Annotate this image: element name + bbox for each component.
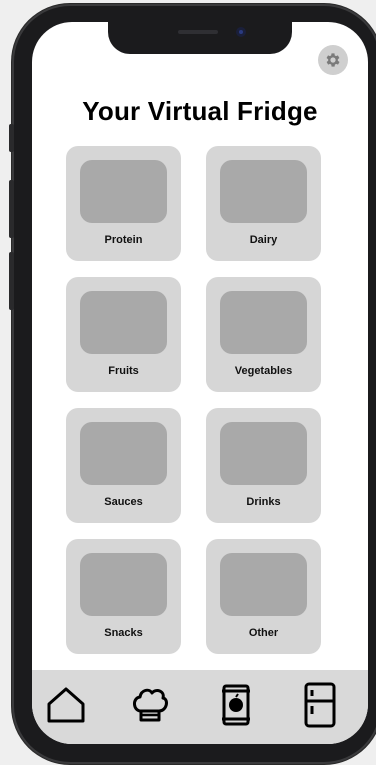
bottom-tab-bar bbox=[32, 670, 368, 744]
tab-pantry[interactable] bbox=[214, 682, 258, 728]
category-tile-other[interactable]: Other bbox=[206, 539, 321, 654]
category-tile-fruits[interactable]: Fruits bbox=[66, 277, 181, 392]
app-screen: Your Virtual Fridge Protein Dairy Fruits… bbox=[32, 22, 368, 744]
category-label: Protein bbox=[104, 234, 143, 246]
category-label: Fruits bbox=[108, 365, 139, 377]
volume-down-button bbox=[9, 252, 14, 310]
category-image bbox=[220, 553, 307, 616]
category-image bbox=[80, 422, 167, 485]
category-label: Vegetables bbox=[234, 365, 293, 377]
fridge-icon bbox=[304, 682, 336, 728]
category-tile-dairy[interactable]: Dairy bbox=[206, 146, 321, 261]
category-tile-sauces[interactable]: Sauces bbox=[66, 408, 181, 523]
gear-icon bbox=[326, 53, 340, 67]
category-label: Drinks bbox=[246, 496, 281, 508]
category-image bbox=[220, 160, 307, 223]
category-label: Sauces bbox=[104, 496, 143, 508]
tab-recipes[interactable] bbox=[128, 682, 172, 728]
tab-home[interactable] bbox=[44, 682, 88, 728]
settings-button[interactable] bbox=[318, 45, 348, 75]
page: Your Virtual Fridge Protein Dairy Fruits… bbox=[0, 0, 376, 765]
speaker bbox=[178, 30, 218, 34]
home-icon bbox=[47, 687, 85, 723]
notch bbox=[108, 22, 292, 54]
category-tile-drinks[interactable]: Drinks bbox=[206, 408, 321, 523]
category-label: Snacks bbox=[104, 627, 143, 639]
category-image bbox=[80, 160, 167, 223]
category-tile-vegetables[interactable]: Vegetables bbox=[206, 277, 321, 392]
category-image bbox=[220, 422, 307, 485]
category-tile-protein[interactable]: Protein bbox=[66, 146, 181, 261]
category-tile-snacks[interactable]: Snacks bbox=[66, 539, 181, 654]
page-title: Your Virtual Fridge bbox=[82, 96, 318, 126]
category-image bbox=[220, 291, 307, 354]
tab-fridge[interactable] bbox=[298, 682, 342, 728]
category-image bbox=[80, 553, 167, 616]
category-image bbox=[80, 291, 167, 354]
canned-food-icon bbox=[222, 684, 250, 726]
category-label: Other bbox=[248, 627, 279, 639]
volume-up-button bbox=[9, 180, 14, 238]
front-camera bbox=[236, 27, 246, 37]
mute-switch bbox=[9, 124, 14, 152]
category-label: Dairy bbox=[249, 234, 278, 246]
chef-hat-icon bbox=[133, 688, 168, 722]
